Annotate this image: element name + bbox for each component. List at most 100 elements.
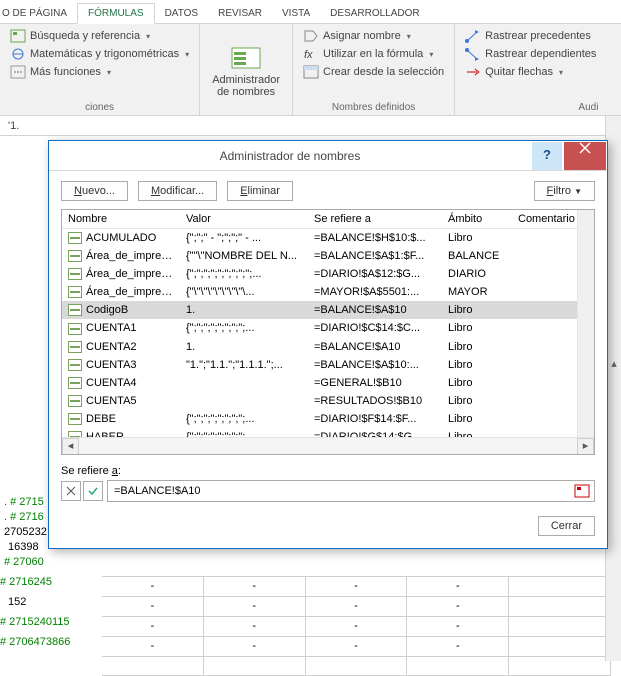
tab-page-layout[interactable]: O DE PÁGINA bbox=[0, 4, 77, 23]
use-formula-label: Utilizar en la fórmula bbox=[323, 48, 423, 60]
lookup-icon bbox=[10, 29, 26, 43]
more-functions-button[interactable]: Más funciones▾ bbox=[8, 64, 191, 80]
filter-button[interactable]: Filtro ▼ bbox=[534, 181, 595, 201]
list-item[interactable]: ACUMULADO{";";" - ";";";" - ...=BALANCE!… bbox=[62, 229, 594, 247]
trace-precedents-icon bbox=[465, 29, 481, 43]
tab-data[interactable]: DATOS bbox=[155, 4, 209, 23]
fx-icon: fx bbox=[303, 47, 319, 61]
name-manager-icon bbox=[230, 44, 262, 72]
use-in-formula-button[interactable]: fx Utilizar en la fórmula▾ bbox=[301, 46, 446, 62]
ribbon-group-function-library: Búsqueda y referencia▾ Matemáticas y tri… bbox=[0, 24, 200, 115]
svg-text:fx: fx bbox=[304, 49, 313, 61]
col-comment[interactable]: Comentario bbox=[512, 210, 586, 228]
col-refersto[interactable]: Se refiere a bbox=[308, 210, 442, 228]
list-item[interactable]: CUENTA4=GENERAL!$B10Libro bbox=[62, 374, 594, 392]
tab-review[interactable]: REVISAR bbox=[208, 4, 272, 23]
remove-arrows-button[interactable]: Quitar flechas▾ bbox=[463, 64, 598, 80]
help-button[interactable]: ? bbox=[532, 142, 562, 170]
tag-icon bbox=[303, 29, 319, 43]
cell-f: # 2716245 bbox=[0, 576, 52, 588]
list-item[interactable]: CUENTA3"1.";"1.1.";"1.1.1.";...=BALANCE!… bbox=[62, 356, 594, 374]
name-icon bbox=[68, 323, 82, 335]
name-icon bbox=[68, 341, 82, 353]
trace-precedents-button[interactable]: Rastrear precedentes bbox=[463, 28, 598, 44]
trace-dependents-button[interactable]: Rastrear dependientes bbox=[463, 46, 598, 62]
x-icon bbox=[65, 485, 77, 497]
name-icon bbox=[68, 286, 82, 298]
list-item[interactable]: Área_de_impres...{""\"NOMBRE DEL N...=BA… bbox=[62, 247, 594, 265]
cell-h: # 2715240115 bbox=[0, 616, 70, 628]
list-header[interactable]: Nombre Valor Se refiere a Ámbito Comenta… bbox=[62, 210, 594, 229]
close-button[interactable]: Cerrar bbox=[538, 516, 595, 536]
names-listbox[interactable]: Nombre Valor Se refiere a Ámbito Comenta… bbox=[61, 209, 595, 455]
tab-formulas[interactable]: FÓRMULAS bbox=[77, 3, 155, 24]
new-button[interactable]: Nuevo... bbox=[61, 181, 128, 201]
refers-accept-button[interactable] bbox=[83, 481, 103, 501]
list-vertical-scrollbar[interactable] bbox=[577, 210, 594, 437]
list-item[interactable]: DEBE{";";";";";";";";...=DIARIO!$F$14:$F… bbox=[62, 410, 594, 428]
table-row bbox=[102, 656, 611, 676]
list-item[interactable]: CUENTA21.=BALANCE!$A10Libro bbox=[62, 338, 594, 356]
list-item[interactable]: CUENTA1{";";";";";";";";...=DIARIO!$C$14… bbox=[62, 319, 594, 337]
create-selection-label: Crear desde la selección bbox=[323, 66, 444, 78]
dialog-titlebar[interactable]: Administrador de nombres ? bbox=[49, 141, 607, 171]
lookup-reference-button[interactable]: Búsqueda y referencia▾ bbox=[8, 28, 191, 44]
remove-arrows-label: Quitar flechas bbox=[485, 66, 553, 78]
remove-arrows-icon bbox=[465, 65, 481, 79]
name-manager-dialog: Administrador de nombres ? Nuevo... Modi… bbox=[48, 140, 608, 549]
cell-i: # 2706473866 bbox=[0, 636, 70, 648]
create-selection-icon bbox=[303, 65, 319, 79]
list-item[interactable]: Área_de_impres...{";";";";";";";";";...=… bbox=[62, 265, 594, 283]
ribbon: Búsqueda y referencia▾ Matemáticas y tri… bbox=[0, 24, 621, 116]
close-icon[interactable] bbox=[564, 142, 606, 170]
name-manager-label: Administrador de nombres bbox=[212, 74, 280, 98]
name-icon bbox=[68, 377, 82, 389]
cell-d: 16398 bbox=[8, 541, 39, 553]
name-icon bbox=[68, 359, 82, 371]
cell-e: # 27060 bbox=[4, 556, 44, 568]
trace-dependents-icon bbox=[465, 47, 481, 61]
list-item[interactable]: CodigoB1.=BALANCE!$A$10Libro bbox=[62, 301, 594, 319]
cell-g: 152 bbox=[8, 596, 26, 608]
group-label-defined-names: Nombres definidos bbox=[301, 102, 446, 113]
name-icon bbox=[68, 250, 82, 262]
trace-precedents-label: Rastrear precedentes bbox=[485, 30, 591, 42]
delete-button[interactable]: Eliminar bbox=[227, 181, 293, 201]
cell-a: . # 2715 bbox=[4, 496, 44, 508]
theta-icon bbox=[10, 47, 26, 61]
define-name-button[interactable]: Asignar nombre▾ bbox=[301, 28, 446, 44]
col-name[interactable]: Nombre bbox=[62, 210, 180, 228]
more-fn-icon bbox=[10, 65, 26, 79]
lookup-label: Búsqueda y referencia bbox=[30, 30, 140, 42]
refers-to-label: Se refiere a: bbox=[61, 465, 595, 477]
create-from-selection-button[interactable]: Crear desde la selección bbox=[301, 64, 446, 80]
name-icon bbox=[68, 304, 82, 316]
scroll-right-icon[interactable]: ▸ bbox=[577, 438, 594, 455]
name-icon bbox=[68, 268, 82, 280]
scroll-up-icon[interactable]: ▴ bbox=[606, 356, 621, 372]
table-row: ---- bbox=[102, 636, 611, 656]
refers-to-input[interactable] bbox=[112, 484, 570, 498]
tab-view[interactable]: VISTA bbox=[272, 4, 320, 23]
trace-dependents-label: Rastrear dependientes bbox=[485, 48, 596, 60]
cell-c: 2705232 bbox=[4, 526, 47, 538]
scroll-left-icon[interactable]: ◂ bbox=[62, 438, 79, 455]
cell-b: . # 2716 bbox=[4, 511, 44, 523]
refers-to-section: Se refiere a: bbox=[61, 465, 595, 502]
edit-button[interactable]: Modificar... bbox=[138, 181, 217, 201]
col-scope[interactable]: Ámbito bbox=[442, 210, 512, 228]
tab-developer[interactable]: DESARROLLADOR bbox=[320, 4, 429, 23]
ribbon-group-defined-names: Asignar nombre▾ fx Utilizar en la fórmul… bbox=[293, 24, 455, 115]
col-value[interactable]: Valor bbox=[180, 210, 308, 228]
define-name-label: Asignar nombre bbox=[323, 30, 401, 42]
list-item[interactable]: CUENTA5=RESULTADOS!$B10Libro bbox=[62, 392, 594, 410]
list-item[interactable]: Área_de_impres...{"\"\"\"\"\"\"\"\...=MA… bbox=[62, 283, 594, 301]
name-manager-button[interactable]: Administrador de nombres bbox=[208, 44, 284, 98]
math-label: Matemáticas y trigonométricas bbox=[30, 48, 179, 60]
refers-cancel-button[interactable] bbox=[61, 481, 81, 501]
list-horizontal-scrollbar[interactable]: ◂ ▸ bbox=[62, 437, 594, 454]
range-picker-icon[interactable] bbox=[574, 484, 590, 498]
math-trig-button[interactable]: Matemáticas y trigonométricas▾ bbox=[8, 46, 191, 62]
check-icon bbox=[87, 485, 99, 497]
name-icon bbox=[68, 413, 82, 425]
